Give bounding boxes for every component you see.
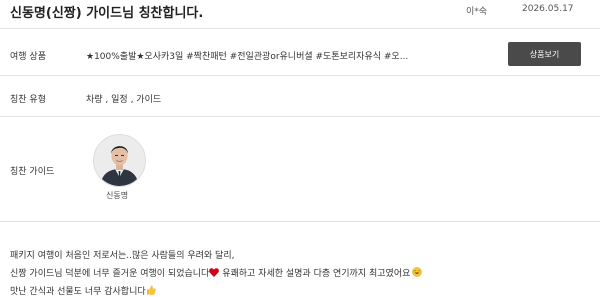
divider <box>0 28 600 29</box>
thumbs-up-icon <box>146 285 156 297</box>
guide-avatar <box>93 134 146 187</box>
review-line-3: 맛난 간식과 선물도 너무 감사합니다 <box>10 284 156 297</box>
guide-photo-icon <box>94 135 145 186</box>
review-line-2: 신짱 가이드님 덕분에 너무 즐거운 여행이 되었습니다 유쾌하고 자세한 설명… <box>10 266 423 279</box>
heart-icon <box>209 268 220 279</box>
review-author: 이*숙 <box>466 7 488 17</box>
divider <box>0 116 600 117</box>
review-line-1: 패키지 여행이 처음인 저로서는..많은 사람들의 우려와 달리, <box>10 251 235 261</box>
product-name: ★100%출발★오사카3일 #짝찬패턴 #전일관광or유니버셜 #도톤보리자유식… <box>86 52 409 62</box>
product-label: 여행 상품 <box>10 52 46 62</box>
divider <box>0 221 600 222</box>
view-product-button[interactable]: 상품보기 <box>508 42 581 66</box>
review-date: 2026.05.17 <box>522 4 574 14</box>
guide-name: 신동명 <box>106 191 129 200</box>
praise-guide-label: 칭찬 가이드 <box>10 167 55 177</box>
review-line-2a: 신짱 가이드님 덕분에 너무 즐거운 여행이 되었습니다 <box>10 269 210 279</box>
review-header: 신동명(신짱) 가이드님 칭찬합니다. 이*숙 2026.05.17 <box>0 0 600 22</box>
divider <box>0 75 600 76</box>
praise-type-value: 차량 , 일정 , 가이드 <box>86 95 162 105</box>
review-line-2b: 유쾌하고 자세한 설명과 다층 연기까지 최고였어요 <box>219 269 411 279</box>
laughing-face-icon <box>410 267 423 279</box>
praise-type-label: 칭찬 유형 <box>10 95 46 105</box>
review-title: 신동명(신짱) 가이드님 칭찬합니다. <box>10 6 204 21</box>
